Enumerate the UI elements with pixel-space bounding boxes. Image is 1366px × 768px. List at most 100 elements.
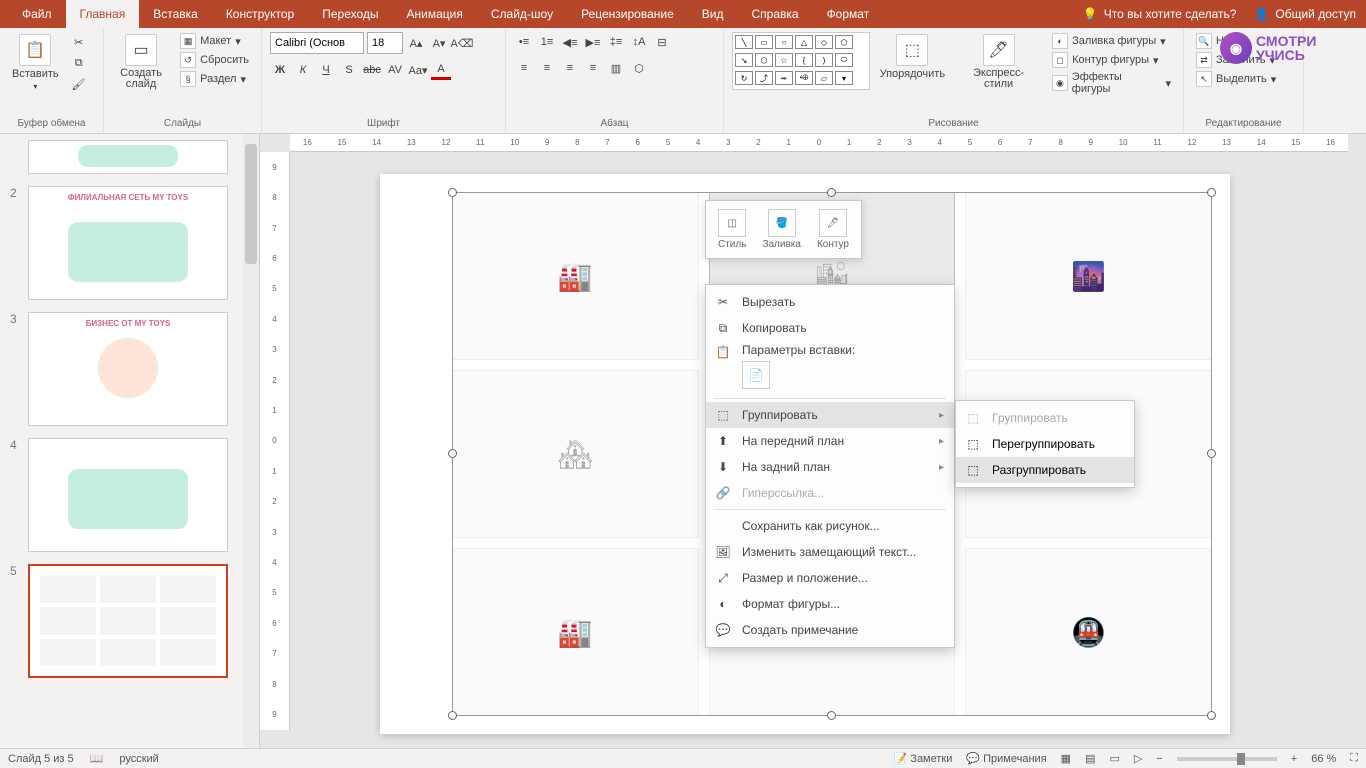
tab-view[interactable]: Вид bbox=[688, 0, 738, 28]
tab-design[interactable]: Конструктор bbox=[212, 0, 308, 28]
resize-handle-tm[interactable] bbox=[827, 188, 836, 197]
align-text-button[interactable]: ⊟ bbox=[652, 32, 672, 52]
copy-button[interactable]: ⧉ bbox=[69, 53, 89, 73]
ctx-format-shape[interactable]: ◐Формат фигуры... bbox=[706, 591, 954, 617]
ctx-save-picture[interactable]: Сохранить как рисунок... bbox=[706, 513, 954, 539]
thumbnail-4[interactable] bbox=[28, 438, 228, 552]
bold-button[interactable]: Ж bbox=[270, 60, 290, 80]
thumbnails-scrollbar[interactable] bbox=[243, 134, 259, 748]
shape-outline-button[interactable]: ◻Контур фигуры▾ bbox=[1048, 51, 1175, 69]
decrease-indent-button[interactable]: ◀≡ bbox=[560, 32, 580, 52]
resize-handle-mr[interactable] bbox=[1207, 449, 1216, 458]
font-family-dropdown[interactable]: Calibri (Основ bbox=[270, 32, 364, 54]
resize-handle-bl[interactable] bbox=[448, 711, 457, 720]
ctx-send-back[interactable]: ⬇На задний план▸ bbox=[706, 454, 954, 480]
shapes-gallery[interactable]: ╲▭○△◇⬠ ↘⬡☆{)⬭ ↻⤴⬰⬲▱▾ bbox=[732, 32, 870, 90]
bullets-button[interactable]: •≡ bbox=[514, 32, 534, 52]
ctx-size-position[interactable]: ⤢Размер и положение... bbox=[706, 565, 954, 591]
view-sorter-button[interactable]: ▤ bbox=[1085, 752, 1095, 765]
ctx-copy[interactable]: ⧉Копировать bbox=[706, 315, 954, 341]
select-button[interactable]: ↖Выделить▾ bbox=[1192, 70, 1280, 88]
scrollbar-thumb[interactable] bbox=[245, 144, 257, 264]
submenu-regroup[interactable]: ⬚Перегруппировать bbox=[956, 431, 1134, 457]
zoom-out-button[interactable]: − bbox=[1156, 753, 1162, 765]
align-left-button[interactable]: ≡ bbox=[514, 58, 534, 78]
tab-help[interactable]: Справка bbox=[737, 0, 812, 28]
paste-option-1[interactable]: 📄 bbox=[742, 361, 770, 389]
thumb-row-2[interactable]: 2 ФИЛИАЛЬНАЯ СЕТЬ MY TOYS bbox=[0, 180, 259, 306]
share-button[interactable]: 👤 Общий доступ bbox=[1254, 7, 1356, 21]
zoom-slider[interactable] bbox=[1177, 757, 1277, 761]
shape-fill-button[interactable]: ◐Заливка фигуры▾ bbox=[1048, 32, 1175, 50]
fit-to-window-button[interactable]: ⛶ bbox=[1350, 752, 1358, 765]
tab-file[interactable]: Файл bbox=[8, 0, 66, 28]
ctx-alt-text[interactable]: 🖼Изменить замещающий текст... bbox=[706, 539, 954, 565]
tab-home[interactable]: Главная bbox=[66, 0, 140, 28]
tab-transitions[interactable]: Переходы bbox=[308, 0, 392, 28]
tab-slideshow[interactable]: Слайд-шоу bbox=[477, 0, 567, 28]
view-normal-button[interactable]: ▦ bbox=[1061, 752, 1071, 765]
paste-button[interactable]: 📋 Вставить ▾ bbox=[8, 32, 63, 93]
spellcheck-icon[interactable]: 📖 bbox=[90, 752, 104, 765]
mini-outline-button[interactable]: 🖊Контур bbox=[811, 207, 855, 252]
clear-formatting-button[interactable]: A⌫ bbox=[452, 33, 472, 53]
increase-font-button[interactable]: A▴ bbox=[406, 33, 426, 53]
layout-button[interactable]: ▦Макет▾ bbox=[176, 32, 253, 50]
numbering-button[interactable]: 1≡ bbox=[537, 32, 557, 52]
char-spacing-button[interactable]: AV bbox=[385, 60, 405, 80]
reset-button[interactable]: ↺Сбросить bbox=[176, 51, 253, 69]
notes-button[interactable]: 📝 Заметки bbox=[894, 752, 953, 765]
thumbnail-5[interactable] bbox=[28, 564, 228, 678]
zoom-in-button[interactable]: + bbox=[1291, 753, 1297, 765]
align-center-button[interactable]: ≡ bbox=[537, 58, 557, 78]
font-color-button[interactable]: A bbox=[431, 60, 451, 80]
thumbnail-1[interactable] bbox=[28, 140, 228, 174]
new-slide-button[interactable]: ▭ Создать слайд bbox=[112, 32, 170, 92]
thumb-row-4[interactable]: 4 bbox=[0, 432, 259, 558]
tab-animation[interactable]: Анимация bbox=[393, 0, 477, 28]
change-case-button[interactable]: Aa▾ bbox=[408, 60, 428, 80]
font-size-dropdown[interactable]: 18 bbox=[367, 32, 403, 54]
text-direction-button[interactable]: ↕A bbox=[629, 32, 649, 52]
thumbnail-2[interactable]: ФИЛИАЛЬНАЯ СЕТЬ MY TOYS bbox=[28, 186, 228, 300]
resize-handle-ml[interactable] bbox=[448, 449, 457, 458]
comments-button[interactable]: 💬 Примечания bbox=[966, 752, 1046, 765]
resize-handle-tl[interactable] bbox=[448, 188, 457, 197]
thumb-row-3[interactable]: 3 БИЗНЕС ОТ MY TOYS bbox=[0, 306, 259, 432]
ctx-new-comment[interactable]: 💬Создать примечание bbox=[706, 617, 954, 643]
format-painter-button[interactable]: 🖌 bbox=[69, 74, 89, 94]
ctx-bring-front[interactable]: ⬆На передний план▸ bbox=[706, 428, 954, 454]
line-spacing-button[interactable]: ‡≡ bbox=[606, 32, 626, 52]
thumb-row-1[interactable] bbox=[0, 140, 259, 180]
ctx-group[interactable]: ⬚Группировать▸ bbox=[706, 402, 954, 428]
zoom-slider-thumb[interactable] bbox=[1237, 753, 1245, 765]
submenu-ungroup[interactable]: ⬚Разгруппировать bbox=[956, 457, 1134, 483]
resize-handle-bm[interactable] bbox=[827, 711, 836, 720]
mini-fill-button[interactable]: 🪣Заливка bbox=[756, 207, 807, 252]
shadow-button[interactable]: S bbox=[339, 60, 359, 80]
cut-button[interactable]: ✂ bbox=[69, 32, 89, 52]
tab-format[interactable]: Формат bbox=[813, 0, 884, 28]
increase-indent-button[interactable]: ▶≡ bbox=[583, 32, 603, 52]
thumb-row-5[interactable]: 5 bbox=[0, 558, 259, 684]
align-right-button[interactable]: ≡ bbox=[560, 58, 580, 78]
shape-effects-button[interactable]: ◉Эффекты фигуры▾ bbox=[1048, 70, 1175, 96]
underline-button[interactable]: Ч bbox=[316, 60, 336, 80]
tab-review[interactable]: Рецензирование bbox=[567, 0, 688, 28]
quick-styles-button[interactable]: 🖊 Экспресс-стили bbox=[955, 32, 1042, 92]
mini-style-button[interactable]: ◫Стиль bbox=[712, 207, 752, 252]
section-button[interactable]: §Раздел▾ bbox=[176, 70, 253, 88]
resize-handle-tr[interactable] bbox=[1207, 188, 1216, 197]
view-slideshow-button[interactable]: ▷ bbox=[1134, 752, 1142, 765]
thumbnail-3[interactable]: БИЗНЕС ОТ MY TOYS bbox=[28, 312, 228, 426]
tab-insert[interactable]: Вставка bbox=[139, 0, 212, 28]
resize-handle-br[interactable] bbox=[1207, 711, 1216, 720]
language-indicator[interactable]: русский bbox=[119, 753, 158, 765]
justify-button[interactable]: ≡ bbox=[583, 58, 603, 78]
tell-me-search[interactable]: 💡 Что вы хотите сделать? bbox=[1083, 7, 1237, 21]
smartart-button[interactable]: ⬡ bbox=[629, 58, 649, 78]
zoom-percent[interactable]: 66 % bbox=[1311, 753, 1336, 765]
ctx-cut[interactable]: ✂Вырезать bbox=[706, 289, 954, 315]
columns-button[interactable]: ▥ bbox=[606, 58, 626, 78]
arrange-button[interactable]: ⬚ Упорядочить bbox=[876, 32, 949, 82]
